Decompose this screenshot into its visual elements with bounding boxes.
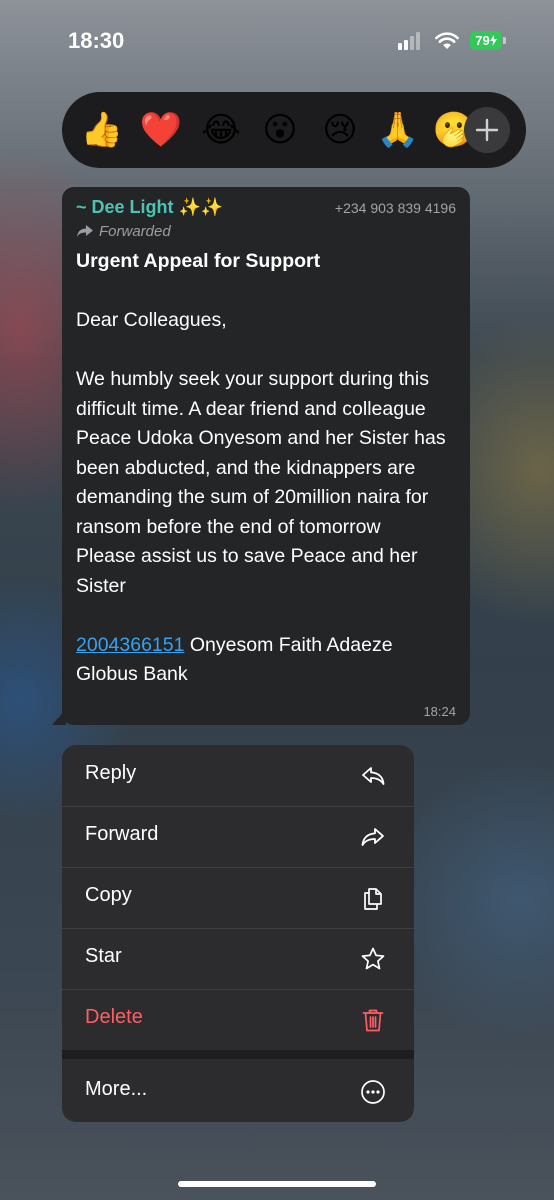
status-bar: 18:30 79 — [0, 0, 554, 80]
delete-label: Delete — [85, 1006, 143, 1028]
menu-divider — [62, 1050, 414, 1059]
more-label: More... — [85, 1078, 148, 1100]
message-title: Urgent Appeal for Support — [76, 250, 321, 272]
account-details: 2004366151 Onyesom Faith Adaeze — [76, 631, 464, 661]
menu-item-reply[interactable]: Reply — [62, 745, 414, 807]
charging-bolt-icon — [489, 35, 497, 46]
battery-indicator: 79 — [470, 31, 506, 50]
menu-item-copy[interactable]: Copy — [62, 867, 414, 929]
battery-level: 79 — [475, 33, 490, 48]
forwarded-indicator: Forwarded — [76, 223, 171, 240]
more-reactions-button[interactable] — [464, 107, 510, 153]
reaction-red-heart[interactable]: ❤️ — [139, 108, 183, 152]
context-menu: Reply Forward Copy Star Delete More... — [62, 745, 414, 1122]
message-bubble[interactable]: ~ Dee Light ✨✨ +234 903 839 4196 Forward… — [62, 187, 470, 725]
account-number-link[interactable]: 2004366151 — [76, 634, 184, 656]
bank-name: Globus Bank — [76, 663, 188, 685]
more-ellipsis-icon — [361, 1080, 385, 1104]
message-timestamp: 18:24 — [423, 704, 456, 719]
trash-icon — [362, 1009, 384, 1032]
forward-label: Forward — [85, 823, 159, 845]
reaction-bar: 👍 ❤️ 😂 😮 😢 🙏 🫢 — [62, 92, 526, 168]
plus-icon — [475, 118, 499, 142]
cellular-signal-icon — [398, 32, 424, 50]
reaction-thumbs-up[interactable]: 👍 — [80, 108, 124, 152]
sender-name[interactable]: ~ Dee Light ✨✨ — [76, 197, 223, 218]
status-time: 18:30 — [68, 28, 125, 53]
forwarded-arrow-icon — [77, 225, 93, 237]
reply-icon — [362, 767, 385, 785]
menu-item-star[interactable]: Star — [62, 928, 414, 990]
reply-label: Reply — [85, 762, 137, 784]
forwarded-label: Forwarded — [99, 223, 171, 240]
reaction-tears-of-joy[interactable]: 😂 — [199, 108, 243, 152]
sender-phone[interactable]: +234 903 839 4196 — [335, 200, 456, 216]
message-plea: Please assist us to save Peace and her S… — [76, 545, 418, 597]
menu-item-forward[interactable]: Forward — [62, 806, 414, 868]
wifi-icon — [435, 32, 459, 49]
copy-label: Copy — [85, 884, 132, 906]
copy-icon — [364, 888, 382, 910]
reaction-folded-hands[interactable]: 🙏 — [376, 108, 420, 152]
star-icon — [361, 947, 385, 970]
menu-item-more[interactable]: More... — [62, 1059, 414, 1122]
message-body: We humbly seek your support during this … — [76, 368, 446, 538]
message-greeting: Dear Colleagues, — [76, 309, 227, 331]
menu-item-delete[interactable]: Delete — [62, 989, 414, 1050]
account-name: Onyesom Faith Adaeze — [184, 633, 393, 656]
reaction-crying[interactable]: 😢 — [318, 108, 362, 152]
message-text: Urgent Appeal for Support Dear Colleague… — [76, 247, 464, 690]
star-label: Star — [85, 945, 122, 967]
forward-icon — [361, 828, 384, 846]
home-indicator[interactable] — [178, 1181, 376, 1187]
reaction-surprised[interactable]: 😮 — [258, 108, 302, 152]
